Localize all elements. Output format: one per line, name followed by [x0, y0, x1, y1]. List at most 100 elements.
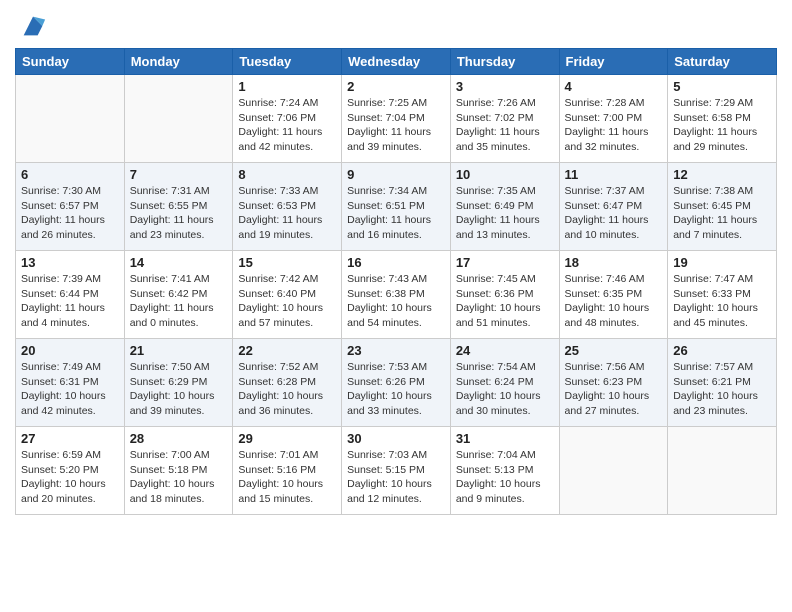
- day-number: 24: [456, 343, 554, 358]
- day-number: 27: [21, 431, 119, 446]
- calendar-cell: 9 Sunrise: 7:34 AM Sunset: 6:51 PM Daylig…: [342, 163, 451, 251]
- day-number: 31: [456, 431, 554, 446]
- calendar-week-row: 13 Sunrise: 7:39 AM Sunset: 6:44 PM Dayli…: [16, 251, 777, 339]
- day-header-saturday: Saturday: [668, 49, 777, 75]
- day-info: Sunrise: 7:30 AM Sunset: 6:57 PM Dayligh…: [21, 184, 119, 243]
- day-header-monday: Monday: [124, 49, 233, 75]
- day-info: Sunrise: 6:59 AM Sunset: 5:20 PM Dayligh…: [21, 448, 119, 507]
- day-number: 29: [238, 431, 336, 446]
- calendar-cell: 21 Sunrise: 7:50 AM Sunset: 6:29 PM Dayli…: [124, 339, 233, 427]
- calendar-page: SundayMondayTuesdayWednesdayThursdayFrid…: [0, 0, 792, 612]
- day-number: 12: [673, 167, 771, 182]
- day-info: Sunrise: 7:29 AM Sunset: 6:58 PM Dayligh…: [673, 96, 771, 155]
- day-number: 4: [565, 79, 663, 94]
- day-info: Sunrise: 7:25 AM Sunset: 7:04 PM Dayligh…: [347, 96, 445, 155]
- calendar-cell: 30 Sunrise: 7:03 AM Sunset: 5:15 PM Dayli…: [342, 427, 451, 515]
- calendar-cell: 16 Sunrise: 7:43 AM Sunset: 6:38 PM Dayli…: [342, 251, 451, 339]
- calendar-cell: 31 Sunrise: 7:04 AM Sunset: 5:13 PM Dayli…: [450, 427, 559, 515]
- calendar-cell: 1 Sunrise: 7:24 AM Sunset: 7:06 PM Daylig…: [233, 75, 342, 163]
- day-info: Sunrise: 7:41 AM Sunset: 6:42 PM Dayligh…: [130, 272, 228, 331]
- calendar-cell: 24Sunrise: 7:54 AM Sunset: 6:24 PM Dayli…: [450, 339, 559, 427]
- day-number: 9: [347, 167, 445, 182]
- calendar-cell: 10 Sunrise: 7:35 AM Sunset: 6:49 PM Dayli…: [450, 163, 559, 251]
- calendar-header-row: SundayMondayTuesdayWednesdayThursdayFrid…: [16, 49, 777, 75]
- day-number: 2: [347, 79, 445, 94]
- calendar-cell: 23Sunrise: 7:53 AM Sunset: 6:26 PM Dayli…: [342, 339, 451, 427]
- calendar-cell: 12 Sunrise: 7:38 AM Sunset: 6:45 PM Dayli…: [668, 163, 777, 251]
- day-info: Sunrise: 7:38 AM Sunset: 6:45 PM Dayligh…: [673, 184, 771, 243]
- calendar-cell: [16, 75, 125, 163]
- day-info: Sunrise: 7:01 AM Sunset: 5:16 PM Dayligh…: [238, 448, 336, 507]
- day-number: 15: [238, 255, 336, 270]
- calendar-cell: 18 Sunrise: 7:46 AM Sunset: 6:35 PM Dayli…: [559, 251, 668, 339]
- day-info: Sunrise: 7:37 AM Sunset: 6:47 PM Dayligh…: [565, 184, 663, 243]
- day-number: 20: [21, 343, 119, 358]
- calendar-cell: [668, 427, 777, 515]
- day-number: 13: [21, 255, 119, 270]
- calendar-week-row: 20 Sunrise: 7:49 AM Sunset: 6:31 PM Dayli…: [16, 339, 777, 427]
- calendar-cell: 20 Sunrise: 7:49 AM Sunset: 6:31 PM Dayli…: [16, 339, 125, 427]
- calendar-cell: 29 Sunrise: 7:01 AM Sunset: 5:16 PM Dayli…: [233, 427, 342, 515]
- day-header-wednesday: Wednesday: [342, 49, 451, 75]
- calendar-cell: 28 Sunrise: 7:00 AM Sunset: 5:18 PM Dayli…: [124, 427, 233, 515]
- calendar-cell: 13 Sunrise: 7:39 AM Sunset: 6:44 PM Dayli…: [16, 251, 125, 339]
- day-number: 30: [347, 431, 445, 446]
- day-info: Sunrise: 7:52 AM Sunset: 6:28 PM Dayligh…: [238, 360, 336, 419]
- calendar-cell: 27 Sunrise: 6:59 AM Sunset: 5:20 PM Dayli…: [16, 427, 125, 515]
- day-number: 22: [238, 343, 336, 358]
- day-info: Sunrise: 7:45 AM Sunset: 6:36 PM Dayligh…: [456, 272, 554, 331]
- day-number: 3: [456, 79, 554, 94]
- header: [15, 10, 777, 40]
- day-info: Sunrise: 7:03 AM Sunset: 5:15 PM Dayligh…: [347, 448, 445, 507]
- calendar-week-row: 6 Sunrise: 7:30 AM Sunset: 6:57 PM Daylig…: [16, 163, 777, 251]
- day-info: Sunrise: 7:53 AM Sunset: 6:26 PM Dayligh…: [347, 360, 445, 419]
- day-info: Sunrise: 7:33 AM Sunset: 6:53 PM Dayligh…: [238, 184, 336, 243]
- day-info: Sunrise: 7:42 AM Sunset: 6:40 PM Dayligh…: [238, 272, 336, 331]
- calendar-cell: 25Sunrise: 7:56 AM Sunset: 6:23 PM Dayli…: [559, 339, 668, 427]
- day-info: Sunrise: 7:31 AM Sunset: 6:55 PM Dayligh…: [130, 184, 228, 243]
- day-number: 17: [456, 255, 554, 270]
- day-info: Sunrise: 7:56 AM Sunset: 6:23 PM Dayligh…: [565, 360, 663, 419]
- calendar-cell: 5 Sunrise: 7:29 AM Sunset: 6:58 PM Daylig…: [668, 75, 777, 163]
- day-number: 6: [21, 167, 119, 182]
- day-info: Sunrise: 7:24 AM Sunset: 7:06 PM Dayligh…: [238, 96, 336, 155]
- day-number: 16: [347, 255, 445, 270]
- calendar-cell: 19Sunrise: 7:47 AM Sunset: 6:33 PM Dayli…: [668, 251, 777, 339]
- day-number: 21: [130, 343, 228, 358]
- calendar-cell: 7 Sunrise: 7:31 AM Sunset: 6:55 PM Daylig…: [124, 163, 233, 251]
- day-info: Sunrise: 7:34 AM Sunset: 6:51 PM Dayligh…: [347, 184, 445, 243]
- day-header-sunday: Sunday: [16, 49, 125, 75]
- logo: [15, 14, 47, 40]
- day-info: Sunrise: 7:50 AM Sunset: 6:29 PM Dayligh…: [130, 360, 228, 419]
- calendar-cell: 4Sunrise: 7:28 AM Sunset: 7:00 PM Daylig…: [559, 75, 668, 163]
- day-info: Sunrise: 7:35 AM Sunset: 6:49 PM Dayligh…: [456, 184, 554, 243]
- day-info: Sunrise: 7:43 AM Sunset: 6:38 PM Dayligh…: [347, 272, 445, 331]
- calendar-cell: 8Sunrise: 7:33 AM Sunset: 6:53 PM Daylig…: [233, 163, 342, 251]
- calendar-cell: [124, 75, 233, 163]
- day-info: Sunrise: 7:39 AM Sunset: 6:44 PM Dayligh…: [21, 272, 119, 331]
- day-info: Sunrise: 7:00 AM Sunset: 5:18 PM Dayligh…: [130, 448, 228, 507]
- calendar-cell: 26Sunrise: 7:57 AM Sunset: 6:21 PM Dayli…: [668, 339, 777, 427]
- day-header-tuesday: Tuesday: [233, 49, 342, 75]
- day-info: Sunrise: 7:26 AM Sunset: 7:02 PM Dayligh…: [456, 96, 554, 155]
- day-header-thursday: Thursday: [450, 49, 559, 75]
- day-info: Sunrise: 7:04 AM Sunset: 5:13 PM Dayligh…: [456, 448, 554, 507]
- day-number: 19: [673, 255, 771, 270]
- day-number: 5: [673, 79, 771, 94]
- day-number: 18: [565, 255, 663, 270]
- day-info: Sunrise: 7:49 AM Sunset: 6:31 PM Dayligh…: [21, 360, 119, 419]
- day-number: 10: [456, 167, 554, 182]
- calendar-cell: 15 Sunrise: 7:42 AM Sunset: 6:40 PM Dayli…: [233, 251, 342, 339]
- day-number: 1: [238, 79, 336, 94]
- calendar-cell: [559, 427, 668, 515]
- calendar-table: SundayMondayTuesdayWednesdayThursdayFrid…: [15, 48, 777, 515]
- day-info: Sunrise: 7:57 AM Sunset: 6:21 PM Dayligh…: [673, 360, 771, 419]
- day-number: 28: [130, 431, 228, 446]
- day-number: 14: [130, 255, 228, 270]
- calendar-cell: 2 Sunrise: 7:25 AM Sunset: 7:04 PM Daylig…: [342, 75, 451, 163]
- calendar-cell: 17 Sunrise: 7:45 AM Sunset: 6:36 PM Dayli…: [450, 251, 559, 339]
- day-header-friday: Friday: [559, 49, 668, 75]
- logo-icon: [19, 12, 47, 40]
- day-number: 7: [130, 167, 228, 182]
- day-info: Sunrise: 7:46 AM Sunset: 6:35 PM Dayligh…: [565, 272, 663, 331]
